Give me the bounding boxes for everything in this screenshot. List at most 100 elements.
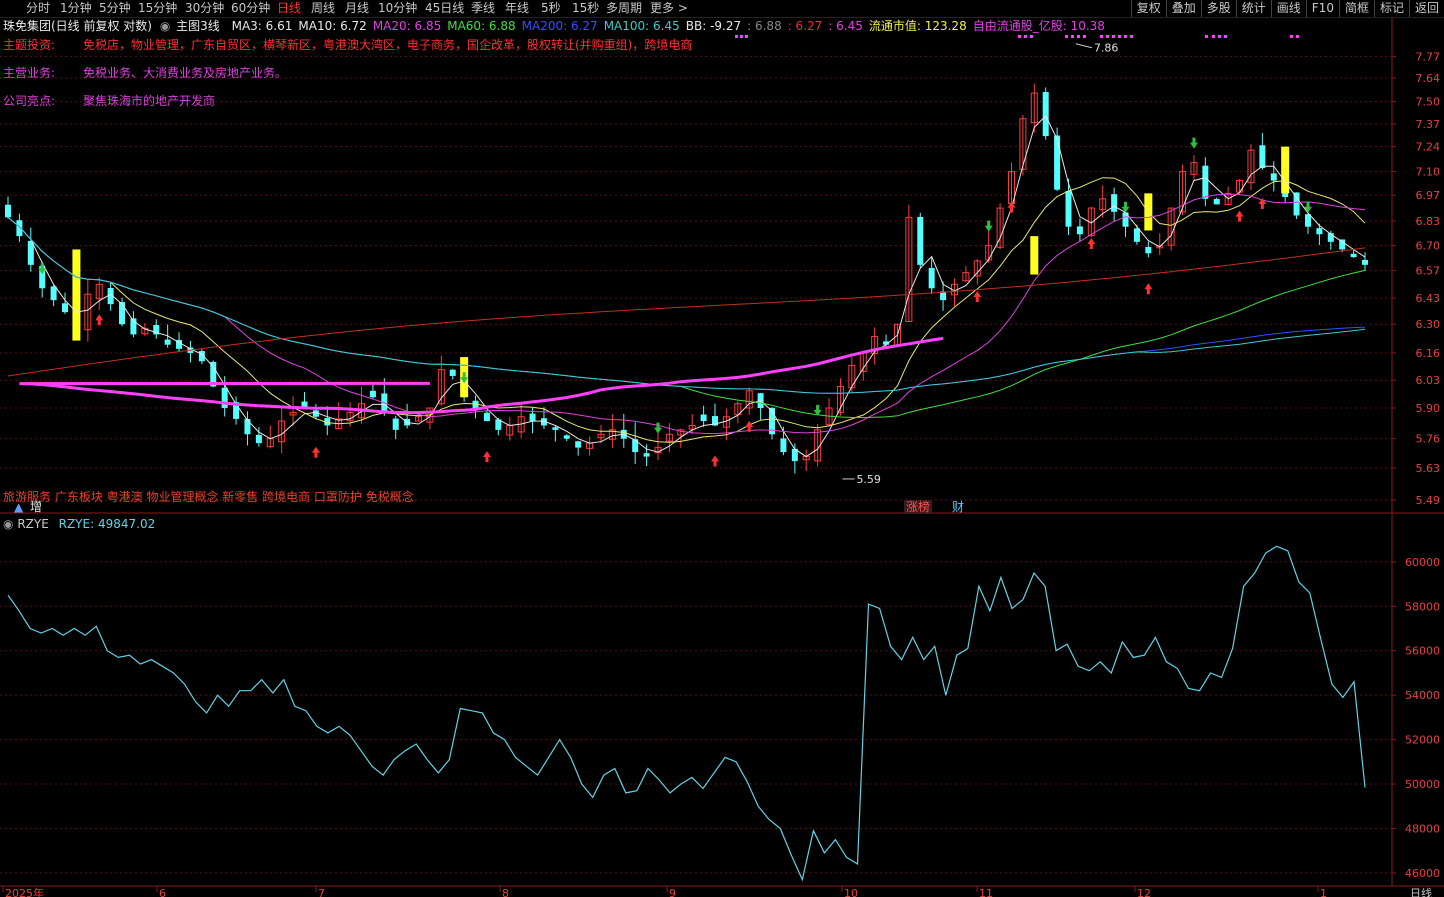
signal-dot bbox=[1205, 35, 1208, 38]
period-tab[interactable]: 多周期 bbox=[606, 0, 642, 17]
increase-marker[interactable]: 增 bbox=[30, 500, 42, 514]
buy-arrow-icon bbox=[1087, 238, 1096, 250]
toolbar-button[interactable]: 复权 bbox=[1130, 0, 1166, 17]
indicator-value: BB: -9.27 bbox=[685, 19, 742, 33]
signal-dot bbox=[1065, 35, 1068, 38]
signal-dot bbox=[1124, 35, 1127, 38]
y-tick-label: 6.57 bbox=[1416, 265, 1441, 278]
candle-body bbox=[1350, 253, 1357, 258]
sell-arrow-icon bbox=[1189, 137, 1198, 149]
candle-body bbox=[278, 420, 286, 443]
candle-body bbox=[1179, 171, 1187, 213]
indicator-value: : 6.27 bbox=[787, 19, 823, 33]
candle-body bbox=[1030, 92, 1038, 124]
toolbar-button[interactable]: 简框 bbox=[1338, 0, 1374, 17]
toolbar-button[interactable]: 返回 bbox=[1408, 0, 1444, 17]
candle-body bbox=[517, 416, 525, 433]
y-tick-label: 6.30 bbox=[1416, 318, 1441, 331]
sell-arrow-icon bbox=[1121, 201, 1130, 213]
candle-body bbox=[620, 429, 627, 439]
buy-arrow-icon bbox=[973, 290, 982, 302]
toolbar-button[interactable]: F10 bbox=[1305, 0, 1339, 17]
period-tab[interactable]: 30分钟 bbox=[185, 0, 224, 17]
candle-body bbox=[893, 323, 901, 347]
period-tab[interactable]: 15秒 bbox=[572, 0, 599, 17]
note-row: 公司亮点: 聚焦珠海市的地产开发商 bbox=[3, 93, 215, 109]
period-tab[interactable]: 60分钟 bbox=[231, 0, 270, 17]
period-tab[interactable]: 周线 bbox=[311, 0, 335, 17]
period-tab[interactable]: 15分钟 bbox=[138, 0, 177, 17]
template-toggle-icon[interactable]: ◉ bbox=[160, 19, 170, 33]
indicator-line: 珠免集团(日线 前复权 对数) ◉ 主图3线 MA3: 6.61 MA10: 6.… bbox=[0, 18, 1390, 34]
sell-arrow-icon bbox=[38, 263, 47, 275]
candle-body bbox=[301, 401, 308, 409]
indicator-value: MA3: 6.61 bbox=[231, 19, 293, 33]
period-tab[interactable]: 年线 bbox=[505, 0, 529, 17]
candle-body bbox=[1007, 171, 1015, 204]
candle-body bbox=[917, 216, 924, 265]
candle-body bbox=[757, 393, 764, 409]
period-tab[interactable]: 45日线 bbox=[425, 0, 464, 17]
candle-body bbox=[1339, 239, 1346, 250]
signal-dot bbox=[1071, 35, 1074, 38]
bb-lower-line bbox=[7, 247, 1366, 377]
buy-arrow-icon bbox=[1144, 283, 1153, 295]
toolbar-button[interactable]: 叠加 bbox=[1165, 0, 1201, 17]
buy-arrow-icon bbox=[1235, 210, 1244, 222]
ma-line-ma3 bbox=[7, 115, 1366, 458]
candle-body bbox=[27, 240, 34, 265]
candle-body bbox=[141, 327, 149, 335]
signal-dot bbox=[1296, 35, 1299, 38]
period-tab[interactable]: 月线 bbox=[345, 0, 369, 17]
candle-body bbox=[586, 442, 594, 449]
stock-title[interactable]: 珠免集团(日线 前复权 对数) bbox=[3, 19, 152, 33]
candle-body bbox=[335, 418, 343, 430]
sub-indicator-name[interactable]: RZYE bbox=[17, 517, 48, 531]
template-name[interactable]: 主图3线 bbox=[176, 19, 220, 33]
toolbar-button[interactable]: 多股 bbox=[1200, 0, 1236, 17]
candle-body bbox=[1236, 180, 1244, 193]
candle-body bbox=[712, 416, 719, 426]
indicator-value: : 6.88 bbox=[747, 19, 782, 33]
candle-body bbox=[107, 288, 114, 305]
candle-body bbox=[643, 453, 650, 457]
signal-dot bbox=[735, 35, 738, 38]
toolbar-button[interactable]: 统计 bbox=[1235, 0, 1271, 17]
note-label: 公司亮点: bbox=[3, 94, 56, 108]
candle-body bbox=[312, 410, 319, 417]
buy-arrow-icon bbox=[1007, 201, 1016, 213]
y-tick-label: 5.49 bbox=[1416, 494, 1441, 507]
toolbar-button[interactable]: 标记 bbox=[1373, 0, 1409, 17]
period-tab[interactable]: 更多 > bbox=[650, 0, 688, 17]
ma-line-ma10 bbox=[7, 177, 1366, 443]
candle-body bbox=[814, 429, 822, 462]
sell-arrow-icon bbox=[460, 372, 469, 384]
buy-arrow-icon bbox=[711, 455, 720, 467]
sub-indicator-value: RZYE: 49847.02 bbox=[58, 517, 156, 531]
indicator-value: 自由流通股_亿股: 10.38 bbox=[972, 19, 1105, 33]
limit-up-marker[interactable]: 涨榜 bbox=[904, 500, 933, 514]
y-tick-label: 6.97 bbox=[1416, 189, 1441, 202]
finance-marker[interactable]: 财 bbox=[952, 500, 964, 514]
y-tick-label: 7.24 bbox=[1416, 141, 1441, 154]
period-tab[interactable]: 日线 bbox=[277, 0, 301, 17]
candle-body bbox=[1111, 194, 1118, 212]
x-tick-label: 12 bbox=[1137, 887, 1151, 897]
toolbar-button[interactable]: 画线 bbox=[1270, 0, 1306, 17]
x-tick-label: 2025年 bbox=[5, 886, 44, 897]
highlight-candle bbox=[72, 249, 81, 341]
highlight-candle bbox=[1281, 146, 1290, 194]
sub-y-tick-label: 56000 bbox=[1405, 645, 1440, 658]
period-tab[interactable]: 5秒 bbox=[541, 0, 561, 17]
candle-body bbox=[221, 387, 228, 409]
candle-body bbox=[940, 291, 947, 301]
period-tab[interactable]: 1分钟 bbox=[60, 0, 92, 17]
sub-toggle-icon[interactable]: ◉ bbox=[3, 517, 13, 531]
indicator-value: MA200: 6.27 bbox=[521, 19, 598, 33]
period-tab[interactable]: 分时 bbox=[26, 0, 50, 17]
period-tab[interactable]: 季线 bbox=[471, 0, 495, 17]
sub-y-tick-label: 60000 bbox=[1405, 556, 1440, 569]
candle-body bbox=[1133, 228, 1140, 242]
period-tab[interactable]: 10分钟 bbox=[378, 0, 417, 17]
period-tab[interactable]: 5分钟 bbox=[99, 0, 131, 17]
